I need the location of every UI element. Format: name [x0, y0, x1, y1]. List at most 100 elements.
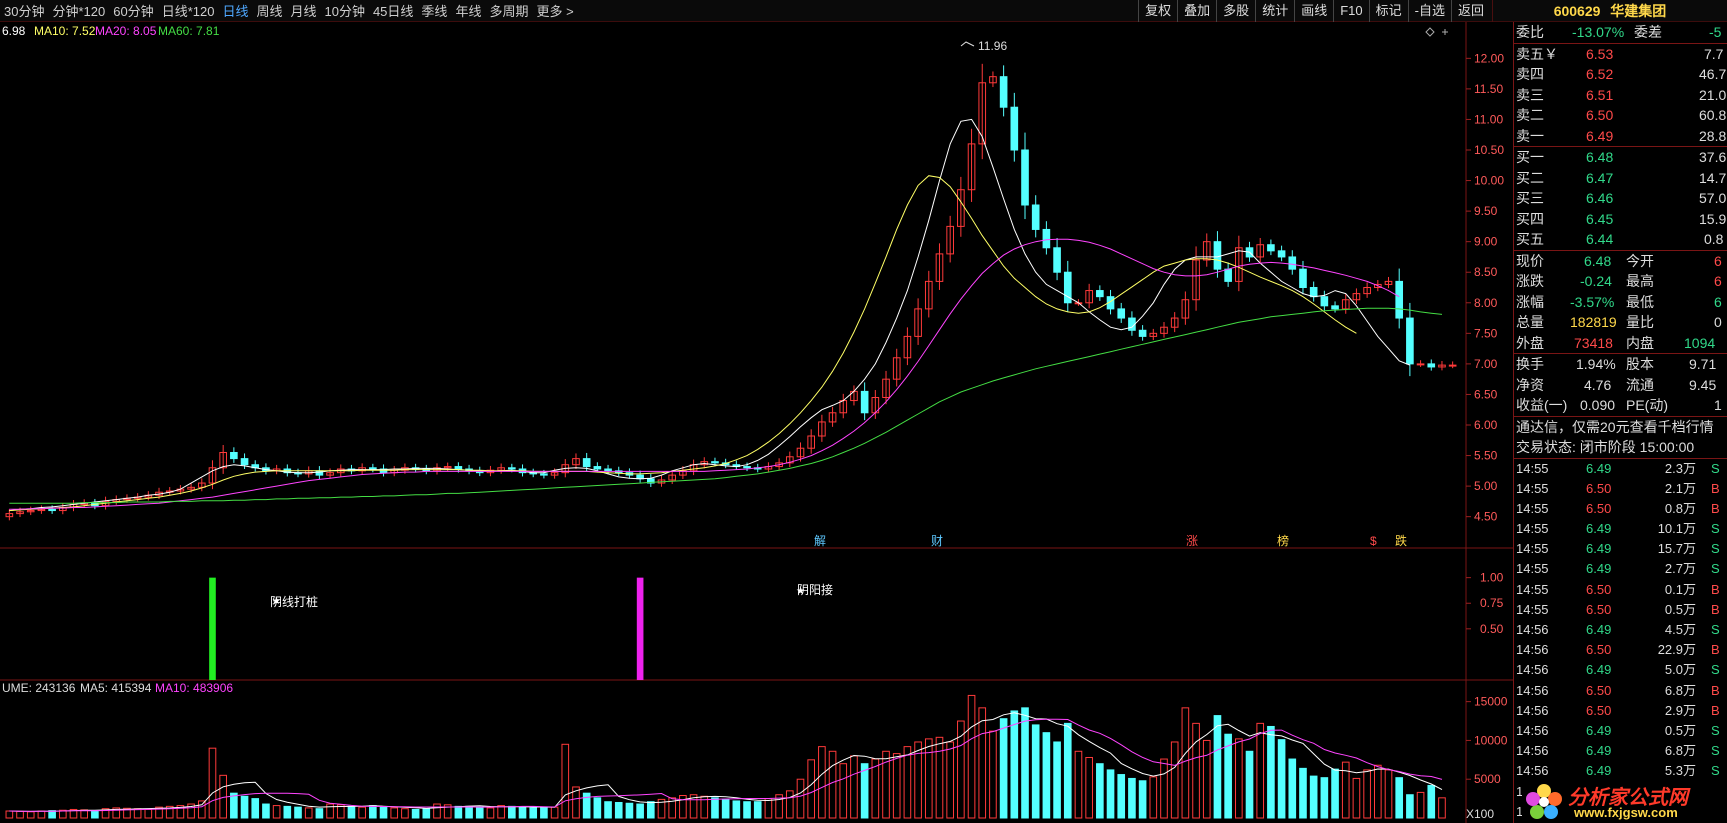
tick-volume: 2.3万	[1664, 460, 1696, 476]
volume-bar	[1331, 768, 1339, 819]
candle-body	[1031, 204, 1040, 230]
candle	[903, 327, 912, 366]
tick-row: 14:55 6.49 2.3万 S	[1514, 459, 1727, 479]
volume-bar	[411, 808, 420, 819]
candle	[839, 393, 848, 419]
candle	[58, 503, 67, 515]
volume-bar	[614, 801, 623, 819]
candle	[1053, 238, 1061, 281]
event-fall[interactable]: 跌	[1395, 533, 1407, 548]
price-tick-label: 12.00	[1474, 51, 1504, 65]
tick-price: 6.50	[1586, 642, 1612, 658]
volume-bar	[1299, 767, 1307, 819]
volume-bar	[1309, 775, 1318, 819]
candle	[657, 475, 666, 487]
volume-legend: UME: 243136 MA5: 415394 MA10: 483906	[2, 681, 233, 695]
candle	[197, 478, 206, 492]
candle	[1128, 311, 1136, 336]
candle-body	[1224, 268, 1232, 282]
tick-row: 14:55 6.49 2.7万 S	[1514, 559, 1727, 579]
candle-body	[1053, 247, 1061, 273]
tick-side: B	[1711, 702, 1720, 718]
kline-chart[interactable]: 12.00 11.50 11.00 10.50 10.00 9.50 9.00 8.50 8.0…	[0, 0, 1513, 823]
sell-5[interactable]: 卖五￥ 6.53 7.7	[1514, 44, 1727, 65]
tick-side: S	[1711, 763, 1720, 779]
candle	[390, 465, 399, 477]
stat-row: 换手 1.94% 股本 9.71	[1516, 356, 1717, 372]
volume-tick-label: 5000	[1474, 772, 1501, 786]
sell-4[interactable]: 卖四 6.52 46.7	[1514, 64, 1727, 85]
indicator-axis: 1.00 0.75 0.50	[1466, 571, 1504, 636]
buy-3[interactable]: 买三 6.46 57.0	[1514, 188, 1727, 209]
tick-time: 14:55	[1516, 541, 1549, 557]
candle-body	[1320, 296, 1329, 307]
tick-row: 14:56 6.50 6.8万 B	[1514, 681, 1727, 701]
event-dollar[interactable]: $	[1370, 534, 1377, 548]
volume-bar	[1427, 784, 1436, 819]
volume-bar	[1181, 707, 1190, 819]
buy-5[interactable]: 买五 6.44 0.8	[1514, 229, 1727, 250]
candle	[1363, 282, 1371, 298]
price-tick-label: 9.00	[1474, 235, 1498, 249]
tick-row: 14:56 6.49 4.5万 S	[1514, 620, 1727, 640]
volume-bar	[240, 795, 249, 819]
expand-icon[interactable]	[1425, 27, 1448, 37]
candle-body	[711, 461, 719, 464]
upsell-banner[interactable]: 通达信，仅需20元查看千档行情	[1514, 417, 1727, 438]
volume-bar	[475, 806, 484, 819]
price-tick-label: 4.50	[1474, 510, 1498, 524]
volume-bar	[1106, 769, 1115, 819]
volume-bar	[967, 694, 976, 819]
buy-2[interactable]: 买二 6.47 14.7	[1514, 168, 1727, 189]
tick-side: B	[1711, 642, 1720, 658]
main-legend: 6.98 MA10: 7.52 MA20: 8.05 MA60: 7.81	[2, 24, 220, 38]
buy-4[interactable]: 买四 6.45 15.9	[1514, 209, 1727, 230]
candle	[1320, 290, 1329, 311]
trading-status: 交易状态: 闭市阶段 15:00:00	[1516, 439, 1695, 455]
tick-side: S	[1711, 722, 1720, 738]
candle-body	[1096, 290, 1104, 298]
tick-volume: 5.3万	[1664, 763, 1696, 779]
volume-bar	[1374, 764, 1382, 819]
tick-row: 14:56 6.49 5.0万 S	[1514, 660, 1727, 680]
sell-orders: 卖五￥ 6.53 7.7 卖四 6.52 46.7 卖三 6.51 21.0 卖二 6.50 6…	[1514, 44, 1727, 147]
candle	[1096, 285, 1104, 301]
tick-volume: 2.1万	[1664, 480, 1696, 496]
price-stats: 现价 6.48 今开 6 涨跌 -0.24 最高 6 涨幅 -3.57% 最低 6 总量 18281…	[1514, 251, 1727, 354]
price-axis: 12.00 11.50 11.00 10.50 10.00 9.50 9.00 8.50 8.0…	[1466, 51, 1504, 524]
volume-bar	[91, 810, 99, 819]
tick-row: 14:55 6.50 0.8万 B	[1514, 499, 1727, 519]
volume-bar	[262, 803, 270, 819]
candle-body	[1331, 305, 1339, 310]
company-stats: 换手 1.94% 股本 9.71 净资 4.76 流通 9.45 收益(一) 0.090 PE(…	[1514, 354, 1727, 416]
event-rise[interactable]: 涨	[1186, 533, 1198, 548]
trading-app: 30分钟 分钟*120 60分钟 日线*120 日线 周线 月线 10分钟 45…	[0, 0, 1727, 823]
event-finance[interactable]: 财	[931, 534, 943, 548]
volume-bar	[604, 801, 612, 819]
event-list[interactable]: 榜	[1277, 533, 1289, 548]
candle-body	[1395, 280, 1404, 319]
candle	[326, 468, 334, 479]
event-unlock[interactable]: 解	[814, 534, 826, 548]
tick-side: S	[1711, 622, 1720, 637]
tick-volume: 0.8万	[1664, 500, 1696, 516]
volume-bar	[807, 759, 815, 819]
price-tick-label: 8.00	[1474, 296, 1498, 310]
volume-bar	[818, 746, 826, 819]
candle-body	[1277, 250, 1286, 258]
sell-1[interactable]: 卖一 6.49 28.8	[1514, 126, 1727, 147]
stock-name: 华建集团	[1610, 3, 1667, 19]
candle	[732, 460, 741, 470]
price-tick-label: 11.00	[1474, 112, 1503, 126]
buy-1[interactable]: 买一 6.48 37.6	[1514, 147, 1727, 168]
candle	[1106, 289, 1115, 315]
candle-body	[454, 466, 463, 470]
candle	[251, 460, 260, 472]
moving-average-lines	[9, 118, 1443, 512]
tick-volume: 0.5万	[1664, 601, 1696, 617]
sell-3[interactable]: 卖三 6.51 21.0	[1514, 85, 1727, 106]
price-tick-label: 10.50	[1474, 143, 1504, 157]
sell-2[interactable]: 卖二 6.50 60.8	[1514, 105, 1727, 126]
volume-bar	[871, 758, 880, 819]
tick-volume: 2.9万	[1664, 702, 1696, 718]
